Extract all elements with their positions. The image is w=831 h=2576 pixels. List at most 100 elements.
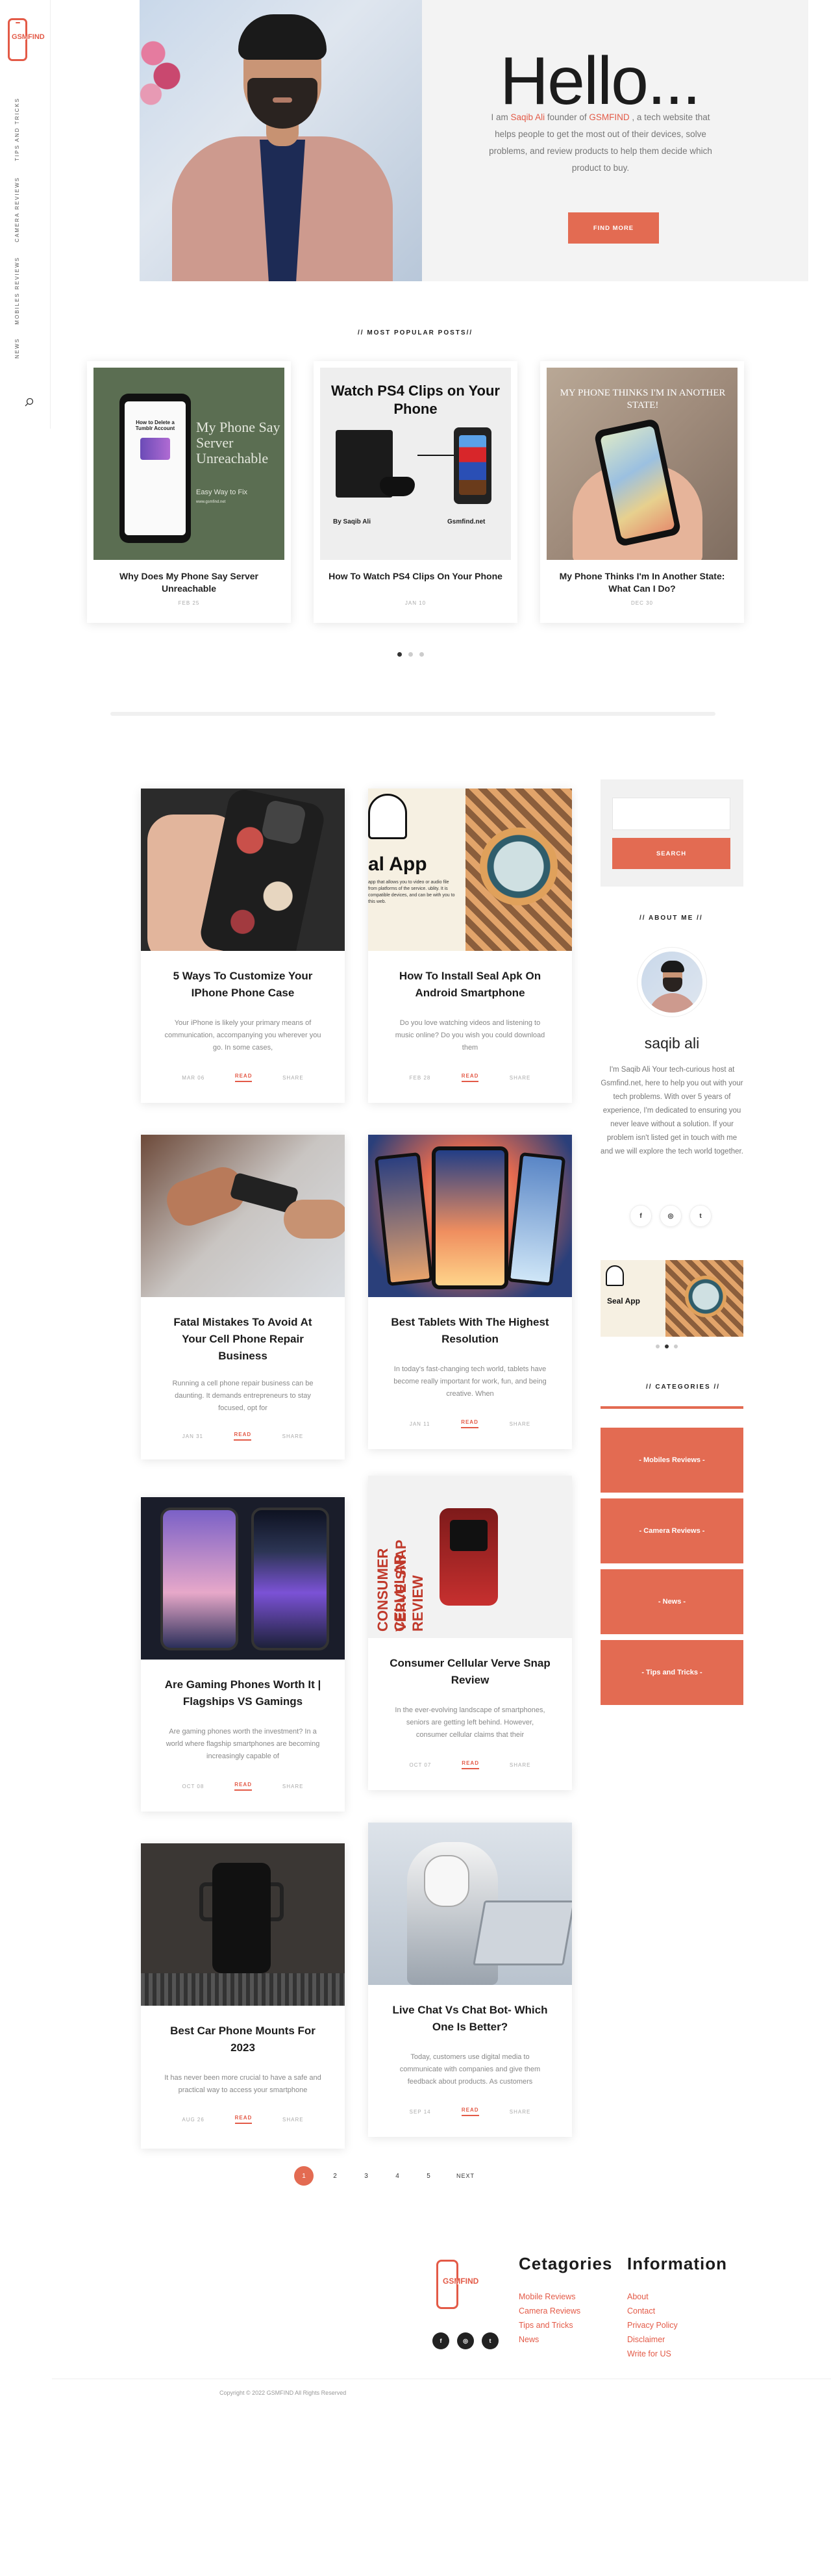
popular-post-card[interactable]: Watch PS4 Clips on Your Phone By Saqib A… (314, 361, 517, 623)
read-link[interactable]: READ (461, 2107, 479, 2116)
read-link[interactable]: READ (461, 1073, 479, 1082)
post-image[interactable] (368, 1823, 572, 1985)
post-image[interactable] (141, 1497, 345, 1660)
post-image[interactable]: CONSUMER CELLULAR VERVE SNAP REVIEW (368, 1476, 572, 1638)
post-title[interactable]: Best Tablets With The Highest Resolution (388, 1314, 552, 1348)
footer-link-about[interactable]: About (627, 2292, 678, 2301)
instagram-icon[interactable]: ◎ (457, 2332, 474, 2349)
nav-news[interactable]: NEWS (14, 338, 20, 359)
footer-link-write-for-us[interactable]: Write for US (627, 2349, 678, 2358)
next-page-button[interactable]: NEXT (456, 2166, 475, 2186)
featured-widget-image[interactable]: Seal App (601, 1260, 743, 1337)
twitter-icon[interactable]: t (482, 2332, 499, 2349)
footer-link-disclaimer[interactable]: Disclaimer (627, 2335, 678, 2344)
share-link[interactable]: SHARE (282, 1075, 304, 1081)
post-image[interactable]: al App app that allows you to video or a… (368, 789, 572, 951)
share-link[interactable]: SHARE (510, 1075, 531, 1081)
post-image[interactable]: MY PHONE THINKS I'M IN ANOTHER STATE! (547, 368, 738, 560)
share-link[interactable]: SHARE (282, 1433, 304, 1439)
read-link[interactable]: READ (462, 1760, 479, 1769)
nav-mobiles-reviews[interactable]: MOBILES REVIEWS (14, 257, 20, 325)
post-card[interactable]: Are Gaming Phones Worth It | Flagships V… (141, 1497, 345, 1812)
read-link[interactable]: READ (234, 2115, 253, 2124)
post-image[interactable] (141, 1135, 345, 1297)
post-title[interactable]: Live Chat Vs Chat Bot- Which One Is Bett… (388, 2002, 552, 2036)
post-card[interactable]: CONSUMER CELLULAR VERVE SNAP REVIEW Consu… (368, 1476, 572, 1790)
nav-tips-and-tricks[interactable]: TIPS AND TRICKS (14, 97, 20, 161)
page-1[interactable]: 1 (294, 2166, 314, 2186)
post-card[interactable]: al App app that allows you to video or a… (368, 789, 572, 1103)
carousel-dot[interactable] (656, 1345, 660, 1348)
carousel-dot[interactable] (419, 652, 424, 657)
share-link[interactable]: SHARE (510, 2109, 531, 2115)
share-link[interactable]: SHARE (282, 2117, 304, 2123)
category-tips-and-tricks[interactable]: - Tips and Tricks - (601, 1640, 743, 1705)
post-date: SEP 14 (409, 2108, 431, 2115)
post-title[interactable]: Best Car Phone Mounts For 2023 (160, 2023, 325, 2056)
post-card[interactable]: Live Chat Vs Chat Bot- Which One Is Bett… (368, 1823, 572, 2137)
site-link[interactable]: GSMFIND (589, 112, 629, 122)
post-card[interactable]: Fatal Mistakes To Avoid At Your Cell Pho… (141, 1135, 345, 1459)
footer-link-tips-and-tricks[interactable]: Tips and Tricks (519, 2321, 580, 2330)
share-link[interactable]: SHARE (510, 1421, 531, 1427)
instagram-icon[interactable]: ◎ (660, 1205, 682, 1227)
category-mobiles-reviews[interactable]: - Mobiles Reviews - (601, 1428, 743, 1493)
post-card[interactable]: Best Car Phone Mounts For 2023 It has ne… (141, 1843, 345, 2149)
post-title[interactable]: Consumer Cellular Verve Snap Review (388, 1655, 552, 1689)
search-input[interactable] (612, 798, 730, 830)
share-link[interactable]: SHARE (510, 1762, 531, 1768)
find-more-button[interactable]: FIND MORE (568, 212, 659, 244)
author-link[interactable]: Saqib Ali (511, 112, 545, 122)
category-news[interactable]: - News - (601, 1569, 743, 1634)
footer-logo[interactable]: GSMFIND (431, 2260, 478, 2312)
post-title[interactable]: Are Gaming Phones Worth It | Flagships V… (160, 1676, 325, 1710)
footer-link-contact[interactable]: Contact (627, 2306, 678, 2316)
post-title[interactable]: How To Install Seal Apk On Android Smart… (388, 968, 552, 1002)
page-4[interactable]: 4 (388, 2166, 407, 2186)
post-image[interactable]: How to Delete a Tumblr Account My Phone … (93, 368, 284, 560)
post-card[interactable]: Best Tablets With The Highest Resolution… (368, 1135, 572, 1449)
page-5[interactable]: 5 (419, 2166, 438, 2186)
footer-info-links: About Contact Privacy Policy Disclaimer … (627, 2292, 678, 2358)
carousel-dot[interactable] (397, 652, 402, 657)
read-link[interactable]: READ (234, 1782, 252, 1791)
facebook-icon[interactable]: f (432, 2332, 449, 2349)
popular-post-card[interactable]: MY PHONE THINKS I'M IN ANOTHER STATE! My… (540, 361, 744, 623)
page-2[interactable]: 2 (325, 2166, 345, 2186)
footer-link-mobile-reviews[interactable]: Mobile Reviews (519, 2292, 580, 2301)
read-link[interactable]: READ (461, 1419, 478, 1428)
post-image[interactable] (141, 1843, 345, 2006)
read-link[interactable]: READ (234, 1073, 253, 1082)
footer-social-links: f ◎ t (432, 2332, 499, 2349)
copyright-text: Copyright © 2022 GSMFIND All Rights Rese… (219, 2390, 347, 2396)
share-link[interactable]: SHARE (282, 1784, 304, 1789)
carousel-dot[interactable] (674, 1345, 678, 1348)
popular-post-card[interactable]: How to Delete a Tumblr Account My Phone … (87, 361, 291, 623)
twitter-icon[interactable]: t (689, 1205, 712, 1227)
site-logo[interactable]: GSMFIND (5, 18, 45, 64)
category-camera-reviews[interactable]: - Camera Reviews - (601, 1498, 743, 1563)
post-title[interactable]: My Phone Thinks I'm In Another State: Wh… (553, 570, 731, 595)
footer-link-privacy-policy[interactable]: Privacy Policy (627, 2321, 678, 2330)
footer-link-camera-reviews[interactable]: Camera Reviews (519, 2306, 580, 2316)
nav-camera-reviews[interactable]: CAMERA REVIEWS (14, 177, 20, 242)
post-meta: OCT 07 READ SHARE (368, 1760, 572, 1769)
post-card[interactable]: 5 Ways To Customize Your IPhone Phone Ca… (141, 789, 345, 1103)
facebook-icon[interactable]: f (630, 1205, 652, 1227)
carousel-dot[interactable] (665, 1345, 669, 1348)
post-image[interactable]: Watch PS4 Clips on Your Phone By Saqib A… (320, 368, 511, 560)
search-icon[interactable] (25, 398, 34, 407)
page-3[interactable]: 3 (356, 2166, 376, 2186)
post-date: AUG 26 (182, 2116, 205, 2123)
search-button[interactable]: SEARCH (612, 838, 730, 869)
post-title[interactable]: Fatal Mistakes To Avoid At Your Cell Pho… (160, 1314, 325, 1365)
post-image[interactable] (368, 1135, 572, 1297)
carousel-dot[interactable] (408, 652, 413, 657)
post-title[interactable]: How To Watch PS4 Clips On Your Phone (327, 570, 504, 583)
post-title[interactable]: 5 Ways To Customize Your IPhone Phone Ca… (160, 968, 325, 1002)
post-image[interactable] (141, 789, 345, 951)
read-link[interactable]: READ (234, 1432, 252, 1441)
footer-link-news[interactable]: News (519, 2335, 580, 2344)
post-title[interactable]: Why Does My Phone Say Server Unreachable (100, 570, 278, 595)
ghost-icon (368, 794, 407, 839)
